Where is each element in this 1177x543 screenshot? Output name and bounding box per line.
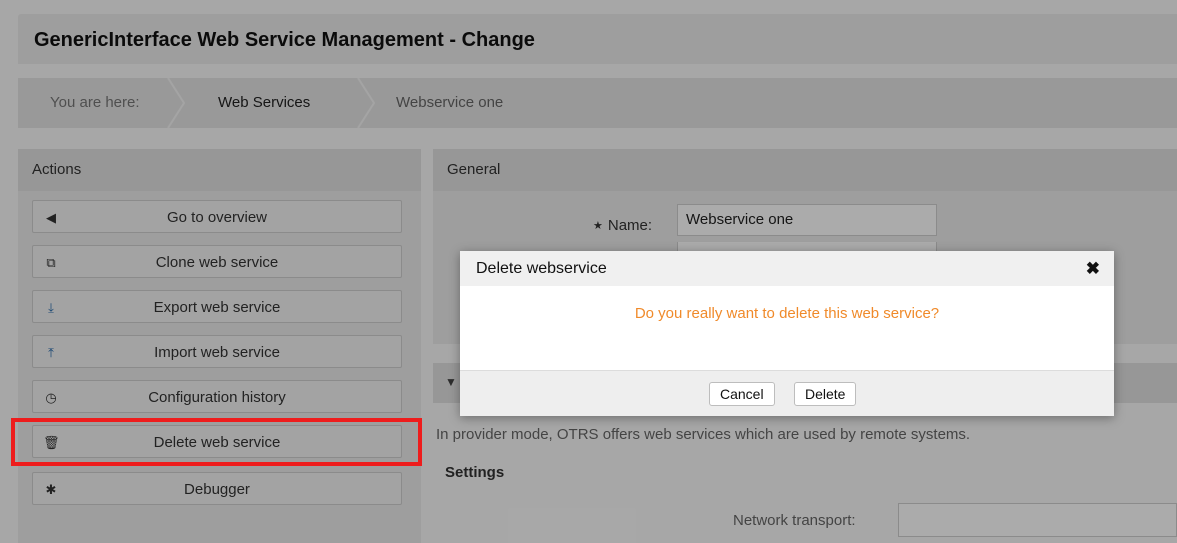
dialog-message: Do you really want to delete this web se…	[634, 305, 940, 322]
dialog-title: Delete webservice	[476, 260, 607, 277]
highlight-annotation	[11, 418, 422, 466]
close-icon[interactable]: ✖	[1086, 251, 1100, 286]
dialog-footer: Cancel Delete	[460, 370, 1114, 416]
cancel-button[interactable]: Cancel	[709, 382, 775, 406]
delete-webservice-dialog: Delete webservice ✖ Do you really want t…	[460, 251, 1114, 416]
dialog-header: Delete webservice ✖	[460, 251, 1114, 286]
delete-button[interactable]: Delete	[794, 382, 857, 406]
